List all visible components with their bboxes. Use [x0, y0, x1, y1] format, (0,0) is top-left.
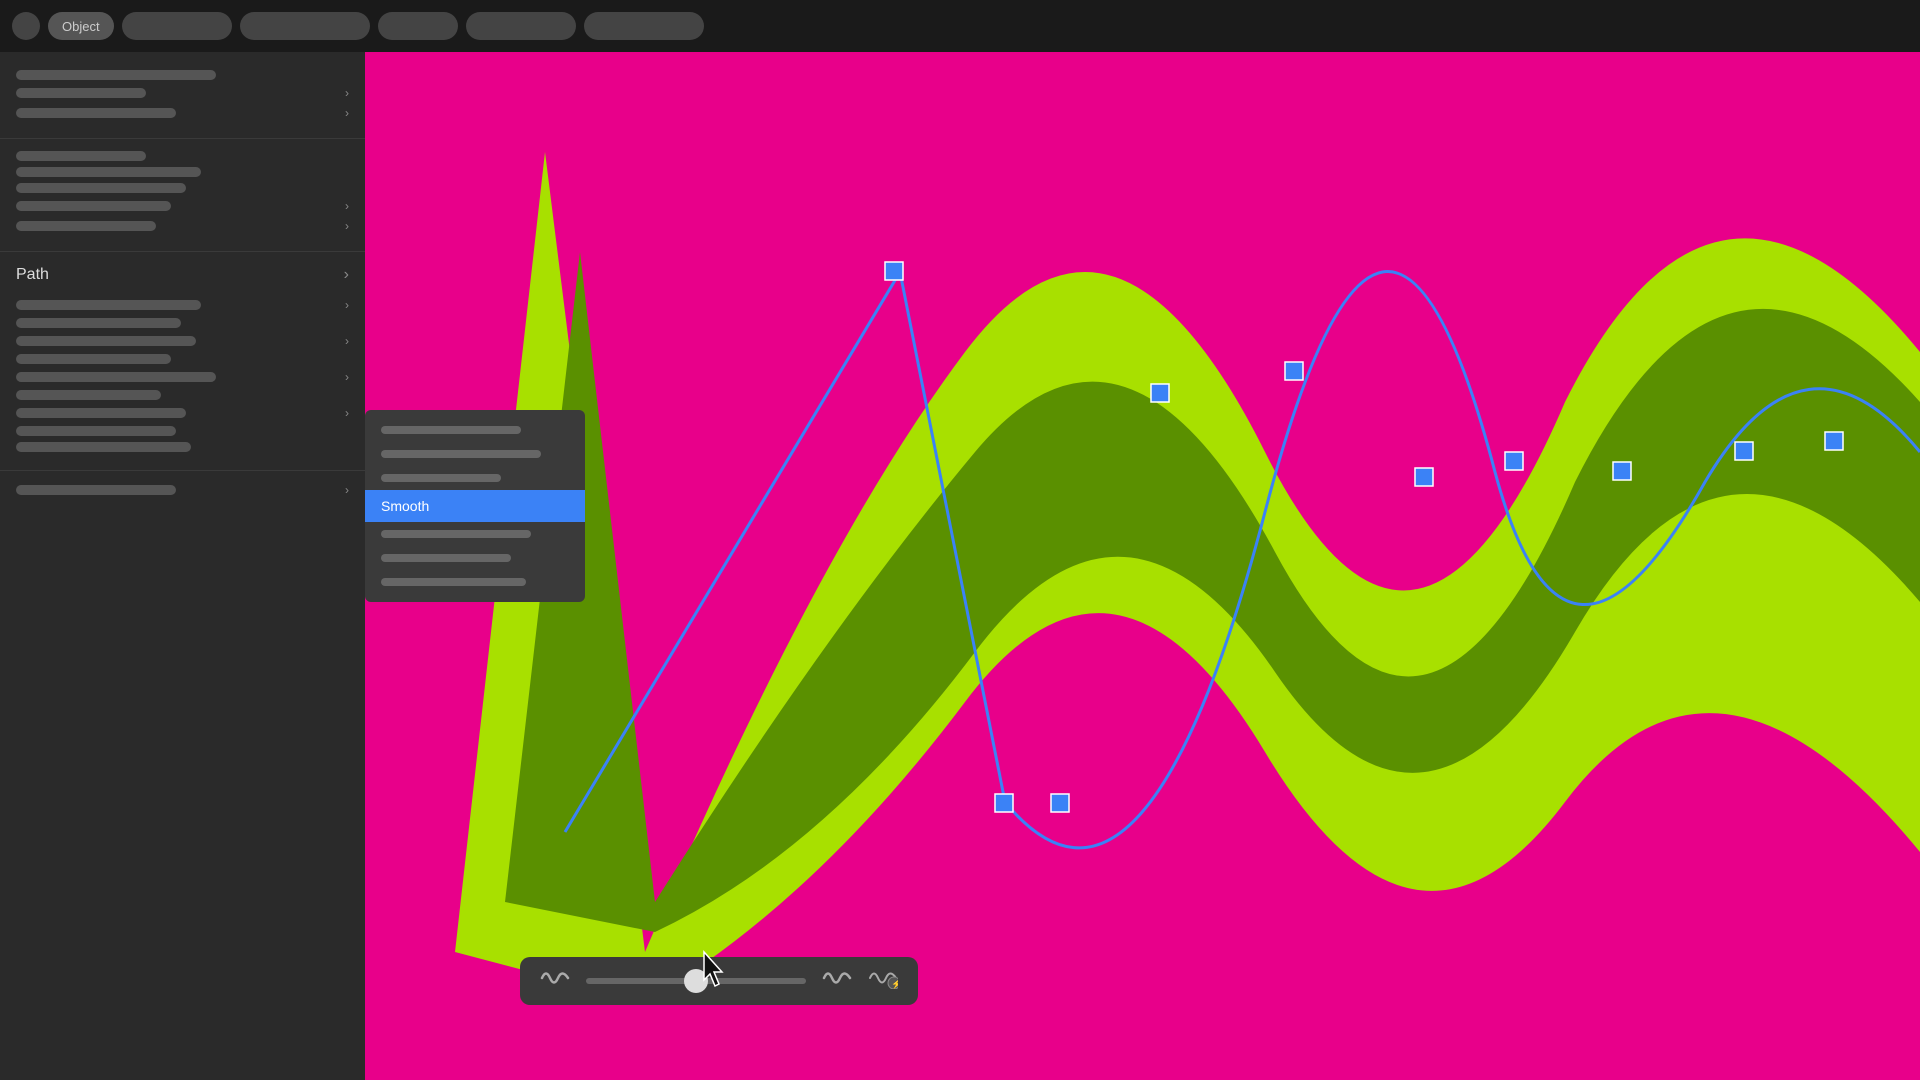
slider-thumb[interactable] [684, 969, 708, 993]
sidebar-row [16, 390, 349, 400]
sidebar-row[interactable]: › [16, 334, 349, 348]
control-point-5[interactable] [1285, 362, 1303, 380]
node-wave-right-icon[interactable] [822, 967, 852, 995]
control-point-4[interactable] [1151, 384, 1169, 402]
chevron-icon: › [345, 219, 349, 233]
sidebar-row[interactable]: › [16, 298, 349, 312]
sidebar-row [16, 183, 349, 193]
dropdown-bar-row [365, 466, 585, 490]
sidebar-row [16, 151, 349, 161]
sidebar-row [16, 318, 349, 328]
sidebar-bar [16, 300, 201, 310]
control-point-6[interactable] [1415, 468, 1433, 486]
control-point-7[interactable] [1505, 452, 1523, 470]
dropdown-bar-row [365, 418, 585, 442]
sidebar-row[interactable]: › [16, 86, 349, 100]
chevron-icon: › [345, 86, 349, 100]
node-wave-left-icon[interactable] [540, 967, 570, 995]
toolbar-button-3[interactable] [240, 12, 370, 40]
sidebar-row [16, 426, 349, 436]
smoothing-slider[interactable] [586, 978, 806, 984]
node-auto-icon[interactable]: ⚡ [868, 967, 898, 995]
canvas-area[interactable] [365, 52, 1920, 1080]
chevron-icon: › [345, 199, 349, 213]
dropdown-bar-row [365, 522, 585, 546]
sidebar-row [16, 442, 349, 452]
sidebar-row[interactable]: › [16, 219, 349, 233]
control-point-8[interactable] [1613, 462, 1631, 480]
path-section[interactable]: Path › [0, 258, 365, 292]
sidebar-bar [16, 336, 196, 346]
sidebar-bar [16, 408, 186, 418]
sidebar-bar [16, 88, 146, 98]
sidebar-row[interactable]: › [16, 370, 349, 384]
dropdown-bar-row [365, 442, 585, 466]
sidebar-bar [16, 167, 201, 177]
dropdown-bar-row [365, 570, 585, 594]
sidebar-bar [16, 442, 191, 452]
top-toolbar: Object [0, 0, 1920, 52]
sidebar-row[interactable]: › [16, 406, 349, 420]
sidebar-bar [16, 390, 161, 400]
sidebar-bar [16, 485, 176, 495]
sidebar-bar [16, 372, 216, 382]
chevron-icon: › [345, 106, 349, 120]
left-sidebar: › › › › Path › › [0, 52, 365, 1080]
svg-text:⚡: ⚡ [891, 978, 898, 989]
sidebar-bar [16, 108, 176, 118]
path-label: Path [16, 266, 49, 284]
sidebar-bar [16, 151, 146, 161]
chevron-icon: › [345, 370, 349, 384]
sidebar-bar [16, 201, 171, 211]
toolbar-button-5[interactable] [466, 12, 576, 40]
path-chevron-icon: › [344, 266, 349, 284]
sidebar-bar [16, 70, 216, 80]
control-point-2[interactable] [995, 794, 1013, 812]
control-point-10[interactable] [1825, 432, 1843, 450]
sidebar-bar [16, 426, 176, 436]
toolbar-object-button[interactable]: Object [48, 12, 114, 40]
wave-svg [365, 52, 1920, 1080]
sidebar-row[interactable]: › [16, 106, 349, 120]
control-point-3[interactable] [1051, 794, 1069, 812]
control-point-9[interactable] [1735, 442, 1753, 460]
sidebar-bar [16, 221, 156, 231]
sidebar-row [16, 167, 349, 177]
sidebar-row[interactable]: › [16, 199, 349, 213]
chevron-icon: › [345, 334, 349, 348]
dropdown-item-smooth[interactable]: Smooth [365, 490, 585, 522]
toolbar-button-4[interactable] [378, 12, 458, 40]
chevron-icon: › [345, 483, 349, 497]
dropdown-bar-row [365, 546, 585, 570]
sidebar-row [16, 70, 349, 80]
sidebar-bar [16, 354, 171, 364]
app-icon [12, 12, 40, 40]
sidebar-row[interactable]: › [16, 483, 349, 497]
toolbar-button-6[interactable] [584, 12, 704, 40]
control-point-1[interactable] [885, 262, 903, 280]
sidebar-bar [16, 318, 181, 328]
node-type-dropdown[interactable]: Smooth [365, 410, 585, 602]
node-type-toolbar: ⚡ [520, 957, 918, 1005]
sidebar-bar [16, 183, 186, 193]
sidebar-row [16, 354, 349, 364]
toolbar-button-2[interactable] [122, 12, 232, 40]
chevron-icon: › [345, 406, 349, 420]
chevron-icon: › [345, 298, 349, 312]
